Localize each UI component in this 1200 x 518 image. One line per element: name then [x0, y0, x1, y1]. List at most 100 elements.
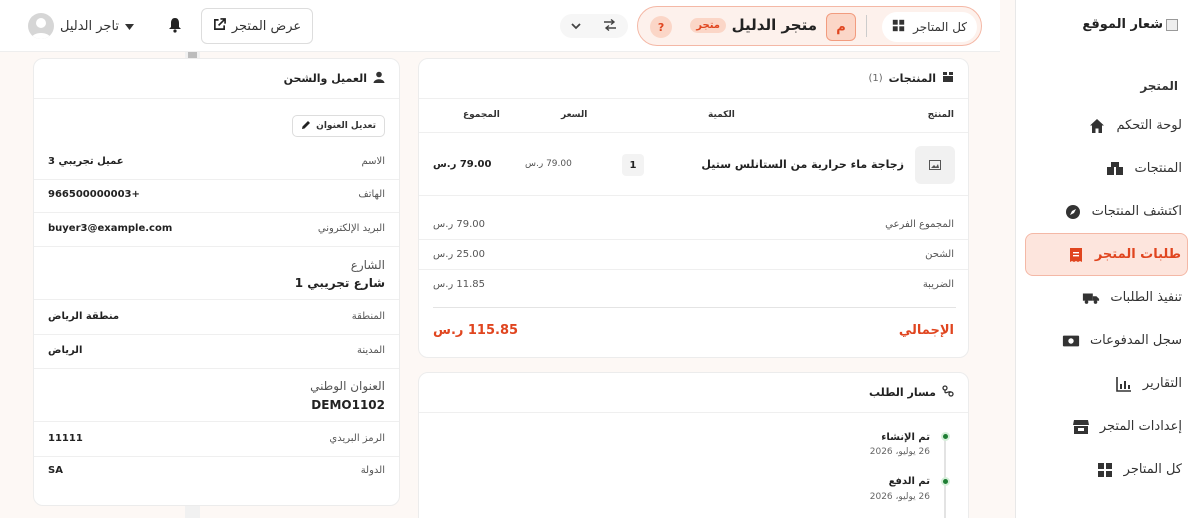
sidebar-item-discover[interactable]: اكتشف المنتجات — [1025, 190, 1200, 233]
field-label: الرمز البريدي — [329, 433, 385, 444]
field-label: الهاتف — [358, 189, 385, 200]
product-name[interactable]: زجاجة ماء حرارية من الستانلس ستيل — [701, 158, 904, 171]
timeline-event-date: 26 يوليو، 2026 — [869, 447, 930, 457]
timeline-dot — [941, 477, 950, 486]
store-type-badge: متجر — [690, 18, 726, 33]
customer-shipping-card: العميل والشحن تعديل العنوان الاسم عميل ت… — [33, 58, 400, 506]
summary-label: المجموع الفرعي — [885, 219, 954, 230]
boxes-icon — [1106, 160, 1124, 178]
money-icon — [1062, 332, 1080, 350]
field-value: عميل تجريبي 3 — [48, 156, 124, 167]
field-value: 11111 — [48, 433, 83, 444]
field-label: المنطقة — [351, 311, 385, 322]
products-count: (1) — [868, 73, 883, 84]
store-switcher-pill: كل المتاجر م متجر الدليل متجر ? — [637, 6, 982, 46]
sidebar-item-label: اكتشف المنتجات — [1091, 204, 1182, 219]
field-label: الدولة — [360, 465, 385, 476]
field-label: البريد الإلكتروني — [317, 223, 385, 234]
sidebar-item-label: تنفيذ الطلبات — [1110, 290, 1182, 305]
summary-value: 11.85 ر.س — [433, 279, 486, 290]
divider — [34, 179, 399, 180]
sidebar-item-fulfillment[interactable]: تنفيذ الطلبات — [1025, 276, 1200, 319]
sidebar-item-all-stores[interactable]: كل المتاجر — [1025, 448, 1200, 491]
compass-icon — [1064, 203, 1082, 221]
divider — [34, 456, 399, 457]
header-total: المجموع — [463, 110, 500, 120]
user-menu[interactable]: تاجر الدليل — [28, 12, 135, 40]
divider — [34, 212, 399, 213]
timeline-line — [944, 433, 946, 518]
divider — [433, 307, 956, 308]
store-name: متجر الدليل — [731, 16, 817, 34]
header-product: المنتج — [927, 110, 954, 120]
summary-label: الشحن — [925, 249, 954, 260]
truck-icon — [1082, 289, 1100, 307]
sidebar-nav: لوحة التحكم المنتجات اكتشف المنتجات طلبا… — [1015, 104, 1200, 491]
sidebar-item-store-settings[interactable]: إعدادات المتجر — [1025, 405, 1200, 448]
view-store-label: عرض المتجر — [231, 18, 302, 34]
sidebar-item-label: طلبات المتجر — [1094, 247, 1181, 262]
user-icon — [373, 71, 385, 86]
product-quantity: 1 — [622, 154, 644, 176]
sidebar-item-dashboard[interactable]: لوحة التحكم — [1025, 104, 1200, 147]
summary-shipping: الشحن 25.00 ر.س — [419, 241, 968, 271]
store-icon — [1072, 418, 1090, 436]
field-value: شارع تجريبي 1 — [294, 276, 385, 290]
sidebar-item-store-orders[interactable]: طلبات المتجر — [1025, 233, 1188, 276]
site-logo[interactable]: شعار الموقع — [1082, 17, 1178, 32]
field-value: DEMO1102 — [311, 398, 385, 412]
products-title: المنتجات — [888, 72, 936, 85]
field-label: العنوان الوطني — [310, 379, 385, 393]
sidebar-item-reports[interactable]: التقارير — [1025, 362, 1200, 405]
grand-total-value: 115.85 ر.س — [433, 323, 519, 338]
logo-image-icon — [1166, 18, 1178, 31]
table-row[interactable]: زجاجة ماء حرارية من الستانلس ستيل 1 79.0… — [419, 133, 968, 195]
view-store-button[interactable]: عرض المتجر — [201, 8, 313, 44]
timeline-event-title: تم الإنشاء — [881, 432, 930, 443]
summary-value: 25.00 ر.س — [433, 249, 486, 260]
field-value: +966500000003 — [48, 189, 140, 200]
divider — [419, 239, 968, 240]
all-stores-button[interactable]: كل المتاجر — [882, 12, 977, 42]
swap-arrows-icon — [603, 18, 617, 34]
divider — [419, 269, 968, 270]
field-label: الاسم — [361, 156, 385, 167]
store-avatar: م — [826, 13, 856, 41]
receipt-icon — [1067, 246, 1085, 264]
grand-total-label: الإجمالي — [898, 323, 954, 338]
field-label: المدينة — [356, 345, 385, 356]
summary-subtotal: المجموع الفرعي 79.00 ر.س — [419, 211, 968, 241]
field-value: منطقة الرياض — [48, 311, 120, 322]
sidebar-section-title: المتجر — [1140, 79, 1178, 93]
help-button[interactable]: ? — [650, 16, 672, 38]
sidebar-item-label: التقارير — [1142, 376, 1182, 391]
field-value: SA — [48, 465, 63, 476]
logo-text: شعار الموقع — [1082, 17, 1163, 32]
store-switch-dropdown[interactable] — [560, 14, 628, 38]
divider — [34, 421, 399, 422]
divider — [34, 299, 399, 300]
timeline-card-header: مسار الطلب — [419, 373, 968, 413]
pill-divider — [866, 15, 867, 37]
sidebar-item-label: كل المتاجر — [1123, 462, 1182, 477]
summary-label: الضريبة — [922, 279, 954, 290]
home-icon — [1088, 117, 1106, 135]
divider — [419, 195, 968, 196]
avatar — [28, 13, 54, 39]
external-link-icon — [213, 17, 226, 35]
header-price: السعر — [561, 110, 588, 120]
grand-total-row: الإجمالي 115.85 ر.س — [419, 317, 968, 347]
order-timeline-card: مسار الطلب تم الإنشاء 26 يوليو، 2026 تم … — [418, 372, 969, 518]
pencil-icon — [301, 120, 311, 133]
product-total: 79.00 ر.س — [433, 159, 492, 170]
timeline-event-title: تم الدفع — [888, 476, 930, 487]
sidebar-item-payments[interactable]: سجل المدفوعات — [1025, 319, 1200, 362]
field-value: buyer3@example.com — [48, 223, 173, 234]
bell-icon[interactable] — [166, 17, 182, 33]
customer-card-header: العميل والشحن — [34, 59, 399, 99]
top-bar: كل المتاجر م متجر الدليل متجر ? عرض المت… — [0, 0, 1000, 52]
edit-address-label: تعديل العنوان — [316, 121, 376, 131]
field-value: الرياض — [48, 345, 83, 356]
sidebar-item-products[interactable]: المنتجات — [1025, 147, 1200, 190]
edit-address-button[interactable]: تعديل العنوان — [292, 115, 385, 137]
